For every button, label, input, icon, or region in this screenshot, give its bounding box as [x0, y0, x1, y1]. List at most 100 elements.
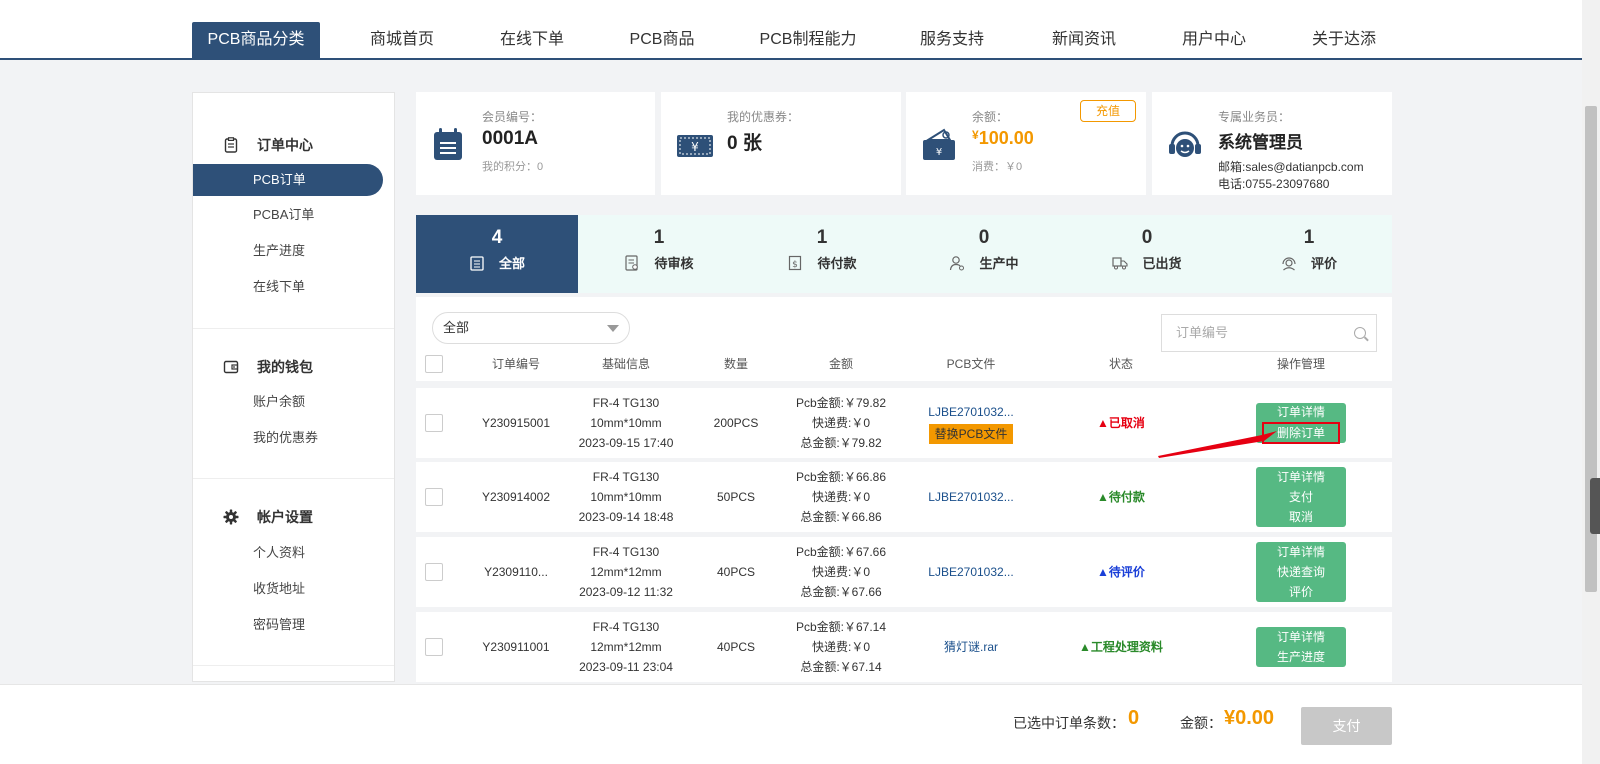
tab-label: 待审核: [654, 256, 694, 271]
nav-service[interactable]: 服务支持: [900, 22, 1004, 58]
nav-online-order[interactable]: 在线下单: [480, 22, 584, 58]
page-scrollbar[interactable]: [1582, 0, 1600, 764]
coupon-count: 0 张: [727, 133, 762, 154]
clipboard-icon: [223, 137, 239, 153]
divider: [193, 665, 394, 666]
col-actions: 操作管理: [1276, 357, 1325, 371]
col-quantity: 数量: [723, 357, 748, 371]
material: FR-4 TG130: [592, 545, 660, 559]
pcb-file: 猜灯谜.rar: [896, 612, 1046, 682]
nav-pcb-capability[interactable]: PCB制程能力: [748, 22, 868, 58]
amount: Pcb金额:￥66.86 快递费:￥0 总金额:￥66.86: [786, 462, 896, 532]
col-order-id: 订单编号: [491, 357, 540, 371]
nav-user-center[interactable]: 用户中心: [1162, 22, 1266, 58]
pcb-file-link[interactable]: LJBE2701032...: [928, 402, 1013, 422]
tab-count: 1: [816, 227, 828, 248]
wallet-heading: 我的钱包: [223, 357, 313, 377]
order-detail-button[interactable]: 订单详情: [1277, 402, 1325, 422]
sidebar-item-password[interactable]: 密码管理: [193, 609, 383, 641]
pay-button[interactable]: 支付: [1301, 707, 1392, 745]
material: FR-4 TG130: [592, 470, 660, 484]
table-header: 订单编号 基础信息 数量 金额 PCB文件 状态 操作管理: [416, 349, 1392, 379]
divider: [193, 328, 394, 329]
board-size: 12mm*12mm: [590, 565, 662, 579]
material: FR-4 TG130: [592, 396, 660, 410]
tab-in-production[interactable]: 0 生产中: [903, 215, 1065, 293]
tab-count: 0: [1141, 227, 1153, 248]
order-date: 2023-09-12 11:32: [579, 585, 673, 599]
board-size: 12mm*12mm: [590, 640, 662, 654]
sidebar-item-pcb-order[interactable]: PCB订单: [193, 164, 383, 196]
evaluate-button[interactable]: 评价: [1289, 582, 1313, 602]
agent-card: 专属业务员： 系统管理员 邮箱:sales@datianpcb.com 电话:0…: [1152, 92, 1392, 195]
side-floating-widget[interactable]: [1590, 478, 1600, 534]
currency-symbol: ¥: [972, 128, 979, 142]
nav-about[interactable]: 关于达添: [1292, 22, 1396, 58]
pcb-amount: Pcb金额:￥66.86: [795, 470, 887, 484]
coupon-icon: ¥: [675, 126, 713, 164]
actions-group: 订单详情 生产进度: [1256, 627, 1346, 667]
tab-label: 评价: [1310, 256, 1337, 271]
nav-pcb-category[interactable]: PCB商品分类: [192, 22, 320, 58]
total-amount: 总金额:￥67.14: [800, 660, 882, 674]
pcb-file-link[interactable]: LJBE2701032...: [928, 562, 1013, 582]
pcb-file-link[interactable]: LJBE2701032...: [928, 487, 1013, 507]
select-all-checkbox[interactable]: [425, 355, 443, 373]
cancel-button[interactable]: 取消: [1289, 507, 1313, 527]
quantity: 40PCS: [716, 565, 756, 579]
sidebar-item-balance[interactable]: 账户余额: [193, 386, 383, 418]
sidebar-item-address[interactable]: 收货地址: [193, 573, 383, 605]
points-text: 我的积分：0: [482, 161, 544, 173]
row-checkbox[interactable]: [425, 414, 443, 432]
pcb-file-link[interactable]: 猜灯谜.rar: [944, 637, 998, 657]
agent-phone: 电话:0755-23097680: [1218, 177, 1330, 191]
coupon-label: 我的优惠券：: [727, 110, 800, 124]
amount: Pcb金额:￥67.66 快递费:￥0 总金额:￥67.66: [786, 537, 896, 607]
status-badge: ▲工程处理资料: [1079, 640, 1163, 654]
tab-pending-payment[interactable]: 1 $ 待付款: [741, 215, 903, 293]
delete-order-button[interactable]: 删除订单: [1262, 422, 1340, 444]
order-status-tabs: 4 全部 1 待审核 1 $ 待付款 0 生产中 0 已出货 1 评价: [416, 215, 1392, 293]
col-pcb-file: PCB文件: [946, 357, 996, 371]
shipping-fee: 快递费:￥0: [811, 640, 870, 654]
order-detail-button[interactable]: 订单详情: [1277, 467, 1325, 487]
member-card: 会员编号： 0001A 我的积分：0: [416, 92, 655, 195]
footer-bar: 已选中订单条数： 0 金额： ¥0.00 支付: [0, 684, 1582, 764]
agent-name: 系统管理员: [1218, 133, 1303, 152]
table-row: Y230914002 FR-4 TG130 10mm*10mm 2023-09-14…: [416, 462, 1392, 532]
production-progress-button[interactable]: 生产进度: [1277, 647, 1325, 667]
sidebar-item-production-progress[interactable]: 生产进度: [193, 235, 383, 267]
status-filter-dropdown[interactable]: 全部: [432, 312, 630, 344]
sidebar-item-coupons[interactable]: 我的优惠券: [193, 422, 383, 454]
basic-info: FR-4 TG130 12mm*12mm 2023-09-12 11:32: [566, 537, 686, 607]
recharge-button[interactable]: 充值: [1080, 100, 1136, 122]
agent-label: 专属业务员：: [1218, 110, 1291, 124]
tab-shipped[interactable]: 0 已出货: [1066, 215, 1228, 293]
sidebar-item-online-order[interactable]: 在线下单: [193, 271, 383, 303]
tracking-button[interactable]: 快递查询: [1277, 562, 1325, 582]
row-checkbox[interactable]: [425, 638, 443, 656]
nav-pcb-products[interactable]: PCB商品: [610, 22, 714, 58]
replace-pcb-file-button[interactable]: 替换PCB文件: [928, 424, 1014, 444]
pcb-file: LJBE2701032...: [896, 462, 1046, 532]
nav-news[interactable]: 新闻资讯: [1032, 22, 1136, 58]
sidebar-item-pcba-order[interactable]: PCBA订单: [193, 199, 383, 231]
amount: Pcb金额:￥67.14 快递费:￥0 总金额:￥67.14: [786, 612, 896, 682]
status-badge: ▲待评价: [1097, 565, 1145, 579]
order-detail-button[interactable]: 订单详情: [1277, 627, 1325, 647]
row-checkbox[interactable]: [425, 488, 443, 506]
col-amount: 金额: [828, 357, 853, 371]
tab-all[interactable]: 4 全部: [416, 215, 578, 293]
search-icon[interactable]: [1354, 327, 1366, 339]
balance-card: ¥ 余额： ¥100.00 消费：￥0 充值: [906, 92, 1146, 195]
nav-home[interactable]: 商城首页: [352, 22, 452, 58]
pay-button[interactable]: 支付: [1289, 487, 1313, 507]
tab-count: 0: [978, 227, 990, 248]
tab-evaluation[interactable]: 1 评价: [1228, 215, 1390, 293]
order-detail-button[interactable]: 订单详情: [1277, 542, 1325, 562]
order-search-input[interactable]: 订单编号: [1161, 314, 1377, 352]
order-list: 全部 订单编号 订单编号 基础信息 数量 金额 PCB文件 状态 操作管理 Y2…: [416, 297, 1392, 682]
tab-pending-review[interactable]: 1 待审核: [578, 215, 740, 293]
sidebar-item-profile[interactable]: 个人资料: [193, 537, 383, 569]
row-checkbox[interactable]: [425, 563, 443, 581]
